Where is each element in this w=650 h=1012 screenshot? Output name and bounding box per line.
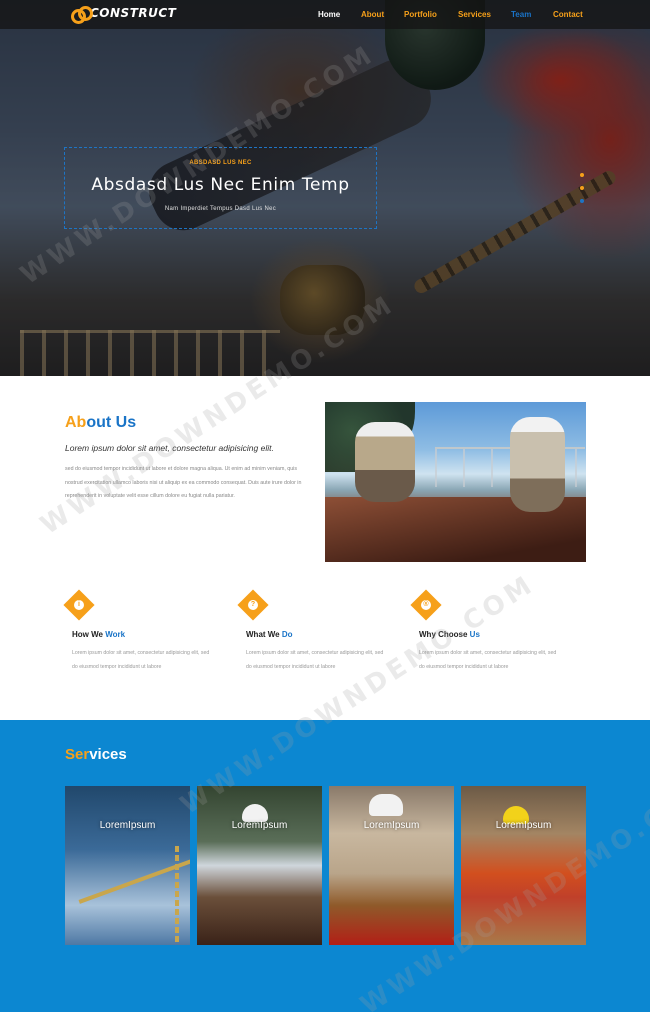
hero-banner: ABSDASD LUS NEC Absdasd Lus Nec Enim Tem… (0, 0, 650, 376)
hero-subtitle: Nam Imperdiet Tempus Dasd Lus Nec (164, 206, 277, 212)
feature-text: Lorem ipsum dolor sit amet, consectetur … (419, 650, 557, 670)
about-image (325, 402, 586, 562)
nav-services[interactable]: Services (458, 10, 491, 19)
slider-dot[interactable] (580, 199, 584, 203)
about-lead: Lorem ipsum dolor sit amet, consectetur … (65, 443, 274, 453)
feature-title: What We Do (246, 630, 293, 639)
service-image-helmet (369, 794, 403, 816)
service-card-label: LoremIpsum (363, 820, 420, 831)
service-card[interactable]: LoremIpsum (197, 786, 322, 945)
service-card[interactable]: LoremIpsum (461, 786, 586, 945)
service-image-mast (175, 846, 179, 945)
service-image-crane (78, 852, 190, 904)
hero-caption-box: ABSDASD LUS NEC Absdasd Lus Nec Enim Tem… (64, 147, 377, 229)
service-card[interactable]: LoremIpsum (65, 786, 190, 945)
services-title: Services (65, 746, 127, 763)
services-title-rest: vices (89, 746, 127, 763)
logo-text: CONSTRUCT (90, 6, 177, 20)
registered-icon: ® (410, 589, 442, 621)
service-card-label: LoremIpsum (495, 820, 552, 831)
service-card-label: LoremIpsum (231, 820, 288, 831)
hero-eyebrow: ABSDASD LUS NEC (189, 160, 252, 166)
about-body: sed do eiusmod tempor incididunt ut labo… (65, 466, 302, 499)
feature-text: Lorem ipsum dolor sit amet, consectetur … (246, 650, 384, 670)
hero-title: Absdasd Lus Nec Enim Temp (91, 175, 350, 195)
about-title-highlight: Ab (65, 414, 87, 431)
service-card[interactable]: LoremIpsum (329, 786, 454, 945)
navbar: CONSTRUCT Home About Portfolio Services … (0, 0, 650, 29)
info-icon: i (63, 589, 95, 621)
services-section: Services LoremIpsum LoremIpsum LoremIpsu… (0, 720, 650, 1012)
logo-icon (71, 6, 93, 24)
logo[interactable]: CONSTRUCT (71, 6, 177, 24)
slider-pagination (580, 173, 584, 212)
feature-text: Lorem ipsum dolor sit amet, consectetur … (72, 650, 210, 670)
nav-home[interactable]: Home (318, 10, 340, 19)
feature-title: How We Work (72, 630, 126, 639)
about-image-worker (510, 417, 565, 512)
service-card-label: LoremIpsum (99, 820, 156, 831)
about-title-rest: out Us (86, 414, 137, 431)
nav-team[interactable]: Team (511, 10, 531, 19)
question-icon: ? (237, 589, 269, 621)
about-image-worker (355, 422, 415, 502)
nav-contact[interactable]: Contact (553, 10, 583, 19)
feature-title: Why Choose Us (419, 630, 480, 639)
about-title: About Us (65, 414, 136, 432)
slider-dot[interactable] (580, 173, 584, 177)
slider-dot[interactable] (580, 186, 584, 190)
services-title-highlight: Ser (65, 746, 90, 763)
nav-about[interactable]: About (361, 10, 384, 19)
nav-portfolio[interactable]: Portfolio (404, 10, 437, 19)
